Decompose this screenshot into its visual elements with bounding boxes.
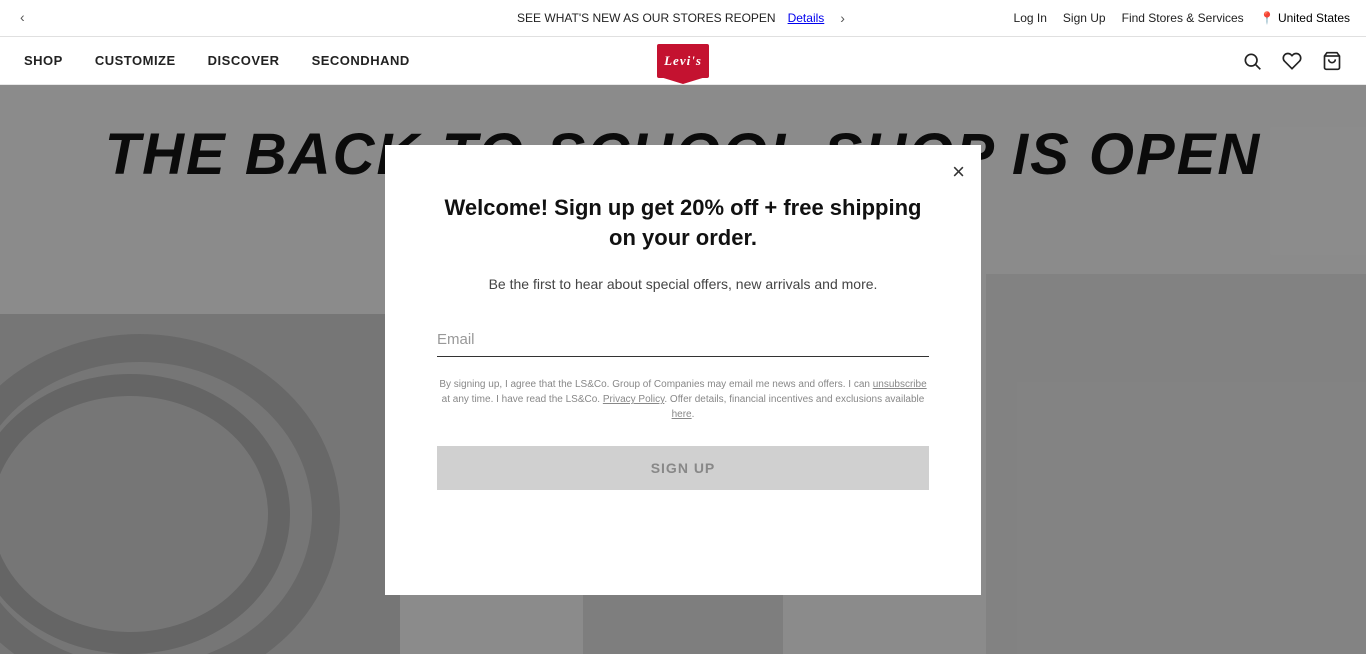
- search-icon: [1242, 51, 1262, 71]
- announcement-text: SEE WHAT'S NEW AS OUR STORES REOPEN: [517, 11, 776, 25]
- announcement-bar: ‹ SEE WHAT'S NEW AS OUR STORES REOPEN De…: [0, 0, 1366, 37]
- hero-section: THE BACK-TO-SCHOOL SHOP IS OPEN × Welcom…: [0, 85, 1366, 654]
- modal-legal-text: By signing up, I agree that the LS&Co. G…: [437, 377, 929, 422]
- nav-left: SHOP CUSTOMIZE DISCOVER SECONDHAND: [24, 53, 410, 68]
- login-link[interactable]: Log In: [1014, 11, 1047, 25]
- prev-announcement-button[interactable]: ‹: [16, 9, 29, 25]
- legal-text-2: at any time. I have read the LS&Co.: [442, 394, 603, 405]
- announcement-right-links: Log In Sign Up Find Stores & Services 📍 …: [1014, 11, 1366, 25]
- nav-logo[interactable]: Levi's: [657, 44, 709, 78]
- wishlist-button[interactable]: [1282, 51, 1302, 71]
- country-label: United States: [1278, 11, 1350, 25]
- logo-text: Levi's: [664, 53, 702, 69]
- nav-shop[interactable]: SHOP: [24, 53, 63, 68]
- signup-link[interactable]: Sign Up: [1063, 11, 1106, 25]
- here-link[interactable]: here: [672, 409, 692, 420]
- nav-right: [1242, 51, 1342, 71]
- unsubscribe-link[interactable]: unsubscribe: [873, 379, 927, 390]
- modal-title: Welcome! Sign up get 20% off + free ship…: [437, 193, 929, 255]
- email-signup-modal: × Welcome! Sign up get 20% off + free sh…: [385, 145, 981, 595]
- nav-customize[interactable]: CUSTOMIZE: [95, 53, 176, 68]
- modal-close-button[interactable]: ×: [952, 161, 965, 183]
- legal-text-3: . Offer details, financial incentives an…: [664, 394, 924, 405]
- main-nav: SHOP CUSTOMIZE DISCOVER SECONDHAND Levi'…: [0, 37, 1366, 85]
- cart-icon: [1322, 51, 1342, 71]
- details-link[interactable]: Details: [788, 11, 825, 25]
- cart-button[interactable]: [1322, 51, 1342, 71]
- find-stores-link[interactable]: Find Stores & Services: [1122, 11, 1244, 25]
- search-button[interactable]: [1242, 51, 1262, 71]
- heart-icon: [1282, 51, 1302, 71]
- modal-subtitle: Be the first to hear about special offer…: [489, 274, 878, 295]
- nav-secondhand[interactable]: SECONDHAND: [312, 53, 410, 68]
- legal-text-4: .: [692, 409, 695, 420]
- legal-text-1: By signing up, I agree that the LS&Co. G…: [439, 379, 872, 390]
- country-selector[interactable]: 📍 United States: [1260, 11, 1350, 25]
- next-announcement-button[interactable]: ›: [836, 10, 849, 26]
- nav-discover[interactable]: DISCOVER: [208, 53, 280, 68]
- modal-overlay: × Welcome! Sign up get 20% off + free sh…: [0, 85, 1366, 654]
- modal-signup-button[interactable]: Sign Up: [437, 446, 929, 490]
- privacy-policy-link[interactable]: Privacy Policy: [603, 394, 665, 405]
- location-icon: 📍: [1260, 11, 1275, 25]
- email-input[interactable]: [437, 323, 929, 357]
